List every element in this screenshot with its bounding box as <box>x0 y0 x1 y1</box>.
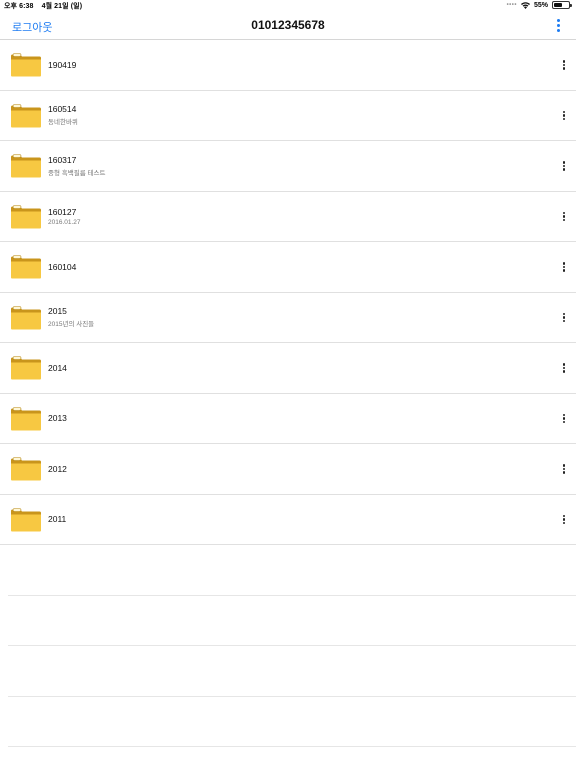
folder-icon <box>10 457 42 481</box>
battery-fill <box>554 3 562 7</box>
row-more-vertical-icon[interactable] <box>560 512 568 528</box>
folder-name: 2014 <box>48 362 67 373</box>
folder-name: 160514 <box>48 104 77 115</box>
folder-icon <box>10 356 42 380</box>
row-more-vertical-icon[interactable] <box>560 259 568 275</box>
folder-subtitle: 동네한바퀴 <box>48 119 78 127</box>
folder-icon <box>10 305 42 330</box>
empty-list-area <box>0 545 576 747</box>
folder-text: 160104 <box>48 242 76 292</box>
navigation-bar: 로그아웃 01012345678 <box>0 12 576 40</box>
battery-percent: 55% <box>533 1 548 9</box>
row-more-vertical-icon[interactable] <box>560 461 568 477</box>
folder-name: 160317 <box>48 154 77 165</box>
folder-icon <box>10 154 42 178</box>
page-title: 01012345678 <box>251 18 325 32</box>
folder-row[interactable]: 2011 <box>0 495 576 545</box>
folder-name: 2011 <box>48 514 67 525</box>
folder-list: 190419 160514 동네한바퀴 160317 중형 흑백필름 테스트 160127… <box>0 40 576 545</box>
folder-text: 2015 2015년의 사진들 <box>48 293 94 343</box>
folder-icon <box>10 53 42 77</box>
signal-dots-icon: •••• <box>506 2 517 8</box>
folder-text: 160127 2016.01.27 <box>48 192 81 242</box>
folder-icon <box>10 507 42 532</box>
status-date: 4월 21일 (일) <box>41 3 83 10</box>
wifi-icon <box>520 1 530 9</box>
row-more-vertical-icon[interactable] <box>560 360 568 376</box>
folder-row[interactable]: 2014 <box>0 343 576 394</box>
folder-text: 2014 <box>48 343 67 393</box>
folder-row[interactable]: 190419 <box>0 40 576 91</box>
folder-name: 2015 <box>48 306 67 317</box>
status-right: •••• 55% <box>506 1 572 9</box>
empty-row <box>8 697 576 747</box>
row-more-vertical-icon[interactable] <box>560 108 568 124</box>
folder-name: 2013 <box>48 413 67 424</box>
row-more-vertical-icon[interactable] <box>560 57 568 73</box>
folder-icon <box>10 255 42 279</box>
folder-text: 190419 <box>48 40 76 90</box>
folder-subtitle: 2015년의 사진들 <box>48 321 95 329</box>
folder-row[interactable]: 160317 중형 흑백필름 테스트 <box>0 141 576 192</box>
folder-icon <box>10 103 42 128</box>
row-more-vertical-icon[interactable] <box>560 411 568 427</box>
folder-text: 160317 중형 흑백필름 테스트 <box>48 141 105 191</box>
folder-name: 2012 <box>48 463 67 474</box>
folder-row[interactable]: 2012 <box>0 444 576 495</box>
folder-row[interactable]: 2013 <box>0 394 576 444</box>
more-vertical-icon[interactable] <box>554 17 562 33</box>
battery-icon <box>552 1 572 9</box>
folder-name: 160104 <box>48 261 77 272</box>
folder-row[interactable]: 160514 동네한바퀴 <box>0 91 576 141</box>
row-more-vertical-icon[interactable] <box>560 209 568 225</box>
status-left: 오후 6:38 4월 21일 (일) <box>4 1 88 11</box>
folder-icon <box>10 204 42 229</box>
status-time: 오후 6:38 <box>4 3 34 10</box>
folder-subtitle: 2016.01.27 <box>48 218 81 226</box>
status-bar: 오후 6:38 4월 21일 (일) •••• 55% <box>0 0 576 12</box>
folder-icon <box>10 406 42 431</box>
folder-text: 2012 <box>48 444 67 494</box>
folder-name: 160127 <box>48 206 77 217</box>
row-more-vertical-icon[interactable] <box>560 158 568 174</box>
folder-subtitle: 중형 흑백필름 테스트 <box>48 169 106 177</box>
folder-text: 2013 <box>48 394 67 444</box>
folder-row[interactable]: 160104 <box>0 242 576 293</box>
empty-row <box>8 596 576 646</box>
empty-row <box>8 646 576 697</box>
folder-text: 160514 동네한바퀴 <box>48 91 78 141</box>
folder-name: 190419 <box>48 59 77 70</box>
folder-row[interactable]: 2015 2015년의 사진들 <box>0 293 576 343</box>
folder-row[interactable]: 160127 2016.01.27 <box>0 192 576 242</box>
folder-text: 2011 <box>48 495 66 545</box>
row-more-vertical-icon[interactable] <box>560 310 568 326</box>
empty-row <box>8 545 576 596</box>
